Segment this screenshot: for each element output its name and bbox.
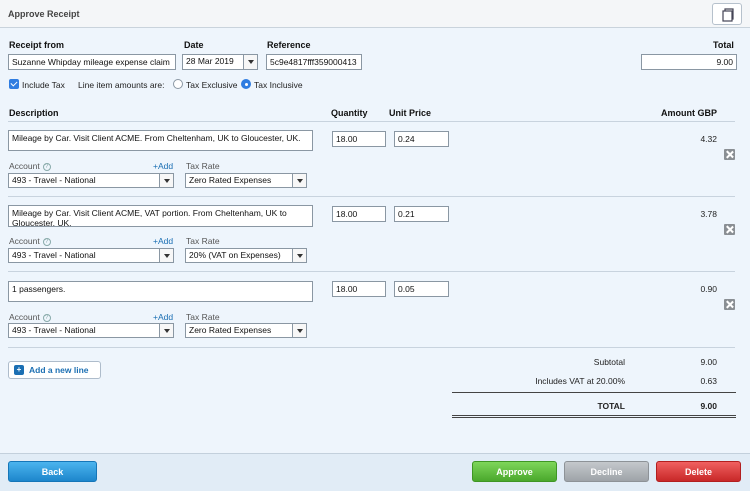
receipt-from-input[interactable]: Suzanne Whipday mileage expense claim [8,54,176,70]
date-label: Date [184,40,204,50]
chevron-down-icon[interactable] [159,174,173,187]
window-title: Approve Receipt [8,9,80,19]
help-icon[interactable]: ? [42,313,51,322]
receipt-form: Receipt from Date Reference Total Suzann… [0,28,750,453]
line-2-unit-price[interactable]: 0.21 [394,206,449,222]
decline-button[interactable]: Decline [564,461,649,482]
line-3-add-account-link[interactable]: +Add [153,312,173,322]
line-2-tax-rate-select[interactable]: 20% (VAT on Expenses) [185,248,307,263]
grand-total-value: 9.00 [700,401,717,411]
line-1-amount: 4.32 [700,134,717,144]
line-item-amounts-label: Line item amounts are: [78,80,165,90]
title-bar: Approve Receipt [0,0,750,28]
tax-inclusive-label: Tax Inclusive [254,80,303,90]
approve-button[interactable]: Approve [472,461,557,482]
line-3-quantity[interactable]: 18.00 [332,281,386,297]
line-1-description[interactable]: Mileage by Car. Visit Client ACME. From … [8,130,313,151]
line-divider [8,347,735,348]
vat-label: Includes VAT at 20.00% [535,376,625,386]
reference-input[interactable]: 5c9e4817fff359000413 [266,54,362,70]
help-icon[interactable]: ? [42,237,51,246]
line-3-tax-rate-select[interactable]: Zero Rated Expenses [185,323,307,338]
line-3-account-select[interactable]: 493 - Travel - National [8,323,174,338]
chevron-down-icon[interactable] [159,324,173,337]
line-3-amount: 0.90 [700,284,717,294]
line-divider [8,196,735,197]
chevron-down-icon[interactable] [159,249,173,262]
chevron-down-icon[interactable] [292,174,306,187]
line-2-description[interactable]: Mileage by Car. Visit Client ACME, VAT p… [8,205,313,227]
line-divider [8,271,735,272]
line-1-quantity[interactable]: 18.00 [332,131,386,147]
date-picker[interactable]: 28 Mar 2019 [182,54,258,70]
chevron-down-icon[interactable] [292,249,306,262]
subtotal-label: Subtotal [593,357,625,367]
line-2-add-account-link[interactable]: +Add [153,236,173,246]
delete-button[interactable]: Delete [656,461,741,482]
grand-total-label: TOTAL [597,401,625,411]
action-bar: Back Approve Decline Delete [0,453,750,491]
subtotal-value: 9.00 [700,357,717,367]
chevron-down-icon[interactable] [243,55,257,69]
line-2-tax-rate-label: Tax Rate [186,236,220,246]
line-1-tax-rate-label: Tax Rate [186,161,220,171]
line-1-add-account-link[interactable]: +Add [153,161,173,171]
tax-exclusive-label: Tax Exclusive [186,80,238,90]
line-2-account-select[interactable]: 493 - Travel - National [8,248,174,263]
chevron-down-icon[interactable] [292,324,306,337]
header-divider [8,121,735,122]
line-3-unit-price[interactable]: 0.05 [394,281,449,297]
line-2-amount: 3.78 [700,209,717,219]
include-tax-label: Include Tax [22,80,65,90]
date-value: 28 Mar 2019 [186,56,234,66]
total-label: Total [713,40,734,50]
unit-price-column-header: Unit Price [389,108,432,118]
line-1-account-select[interactable]: 493 - Travel - National [8,173,174,188]
remove-line-3-icon[interactable] [724,299,735,310]
back-button[interactable]: Back [8,461,97,482]
quantity-column-header: Quantity [331,108,368,118]
receipt-from-label: Receipt from [9,40,65,50]
line-3-tax-rate-label: Tax Rate [186,312,220,322]
line-3-description[interactable]: 1 passengers. [8,281,313,302]
tax-exclusive-radio[interactable] [173,79,183,89]
popout-window-icon [722,8,734,22]
reference-label: Reference [267,40,311,50]
remove-line-1-icon[interactable] [724,149,735,160]
remove-line-2-icon[interactable] [724,224,735,235]
total-double-underline [452,415,736,418]
tax-inclusive-radio[interactable] [241,79,251,89]
add-line-icon: + [14,365,24,375]
line-2-account-label: Account? [9,236,51,246]
amount-column-header: Amount GBP [661,108,717,118]
vat-value: 0.63 [700,376,717,386]
help-icon[interactable]: ? [42,162,51,171]
popout-button[interactable] [712,3,742,25]
include-tax-checkbox[interactable] [9,79,19,89]
line-2-quantity[interactable]: 18.00 [332,206,386,222]
total-input[interactable]: 9.00 [641,54,737,70]
line-1-unit-price[interactable]: 0.24 [394,131,449,147]
line-1-tax-rate-select[interactable]: Zero Rated Expenses [185,173,307,188]
description-column-header: Description [9,108,59,118]
summary-divider [452,392,736,393]
add-new-line-button[interactable]: + Add a new line [8,361,101,379]
line-3-account-label: Account? [9,312,51,322]
line-1-account-label: Account? [9,161,51,171]
